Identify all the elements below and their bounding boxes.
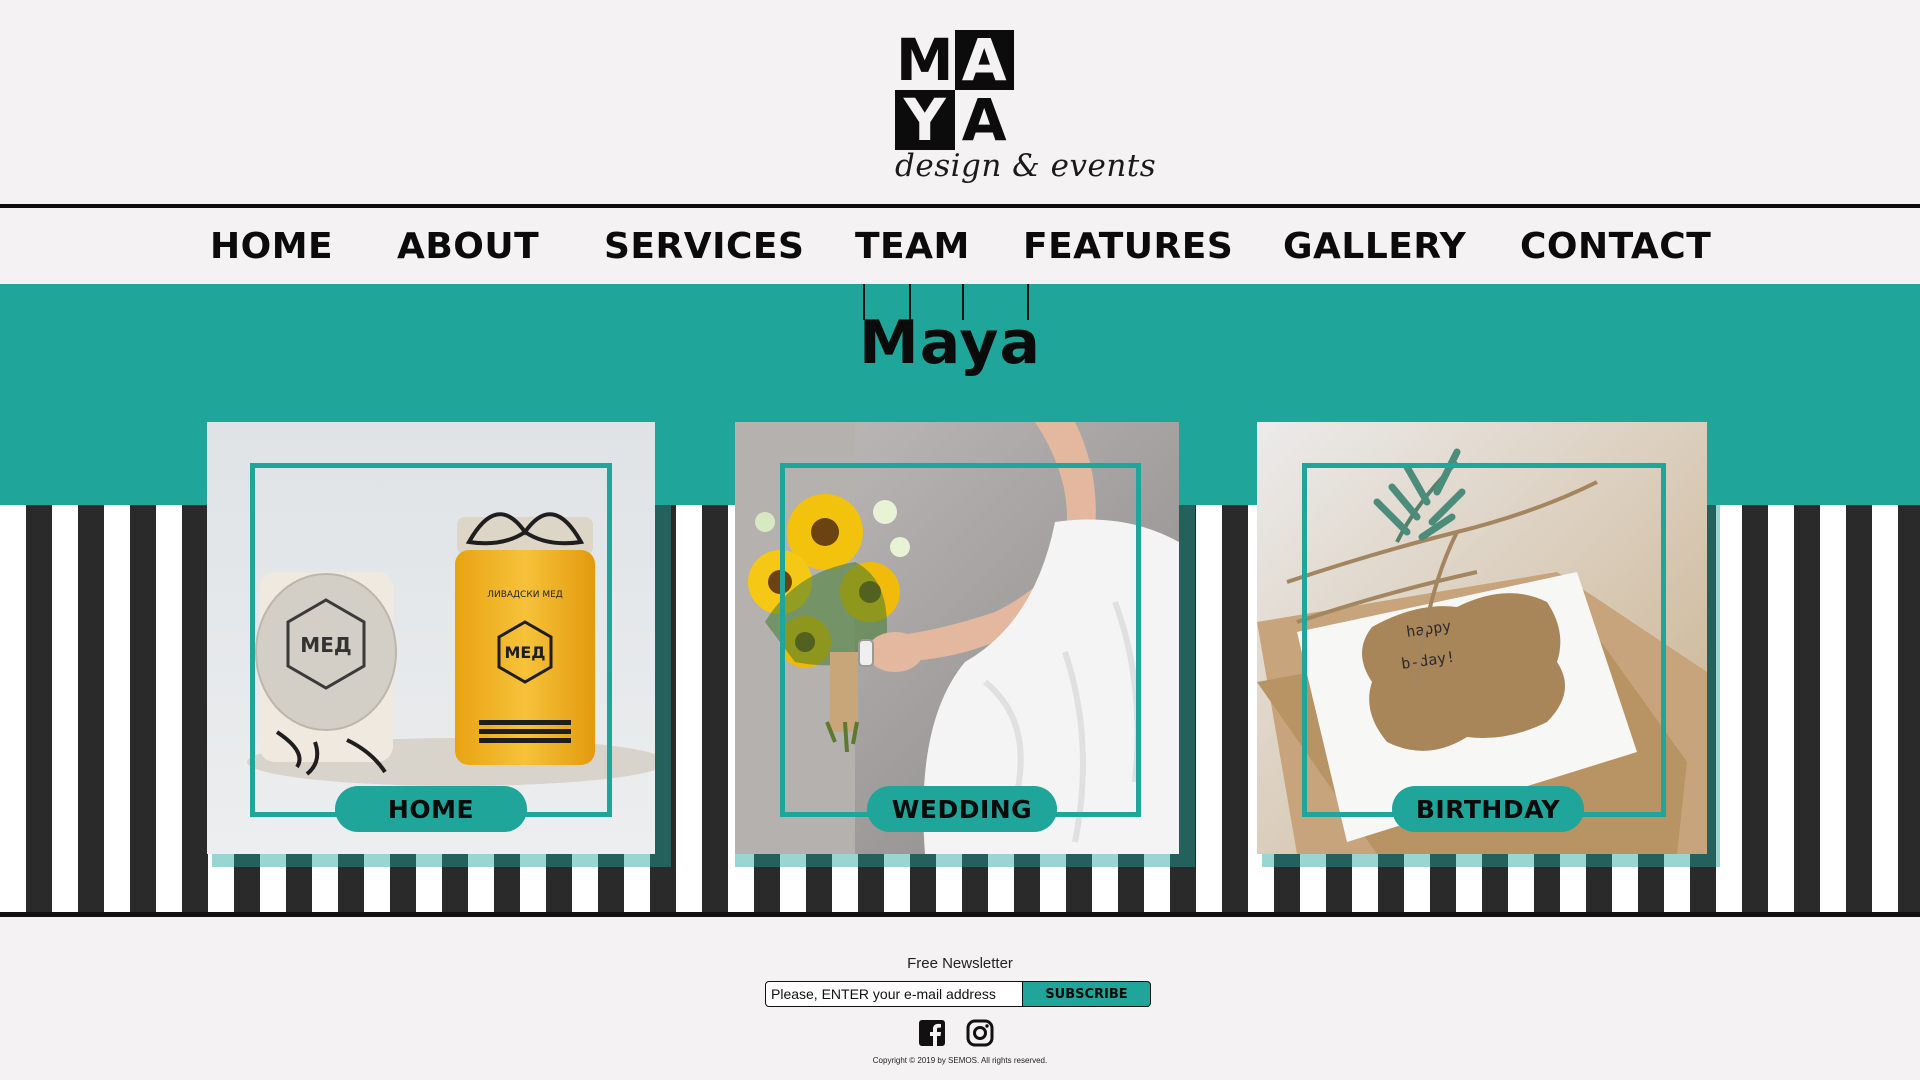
card-frame xyxy=(780,463,1141,817)
card-frame xyxy=(1302,463,1666,817)
card-wedding-button[interactable]: WEDDING xyxy=(867,786,1057,832)
newsletter-email-input[interactable] xyxy=(765,981,1023,1007)
instagram-icon[interactable] xyxy=(966,1019,994,1047)
logo-letter: A xyxy=(954,30,1014,90)
newsletter-title: Free Newsletter xyxy=(907,955,1013,972)
card-wedding[interactable]: WEDDING xyxy=(735,422,1179,854)
nav-item-about[interactable]: ABOUT xyxy=(397,226,539,267)
logo-letter: M xyxy=(895,26,955,94)
facebook-icon[interactable] xyxy=(918,1019,946,1047)
card-birthday-button[interactable]: BIRTHDAY xyxy=(1392,786,1584,832)
nav-item-contact[interactable]: CONTACT xyxy=(1520,226,1711,267)
hero-bottom-rule xyxy=(0,912,1920,917)
nav-item-team[interactable]: TEAM xyxy=(855,226,970,267)
logo-letter: Y xyxy=(895,90,955,150)
nav-item-services[interactable]: SERVICES xyxy=(604,226,804,267)
hanging-title: Maya xyxy=(855,284,1045,378)
logo-letter: A xyxy=(954,90,1014,150)
card-birthday[interactable]: happy b-day! BIRTHDAY xyxy=(1257,422,1707,854)
main-nav: HOME ABOUT SERVICES TEAM FEATURES GALLER… xyxy=(0,208,1920,284)
newsletter-form: SUBSCRIBE xyxy=(765,981,1151,1007)
nav-item-home[interactable]: HOME xyxy=(210,226,333,267)
card-home-button[interactable]: HOME xyxy=(335,786,527,832)
copyright-text: Copyright © 2019 by SEMOS. All rights re… xyxy=(872,1056,1048,1065)
logo-tagline: design & events xyxy=(895,148,1157,184)
hero-title: Maya xyxy=(859,308,1041,378)
card-home[interactable]: MEД ЛИВАДСКИ МЕД MEД HOME xyxy=(207,422,655,854)
site-logo[interactable]: M A Y A design & events xyxy=(895,30,1157,200)
logo-mark: M A Y A xyxy=(895,30,1014,150)
card-frame xyxy=(250,463,612,817)
nav-item-gallery[interactable]: GALLERY xyxy=(1283,226,1466,267)
nav-item-features[interactable]: FEATURES xyxy=(1023,226,1233,267)
subscribe-button[interactable]: SUBSCRIBE xyxy=(1023,981,1151,1007)
